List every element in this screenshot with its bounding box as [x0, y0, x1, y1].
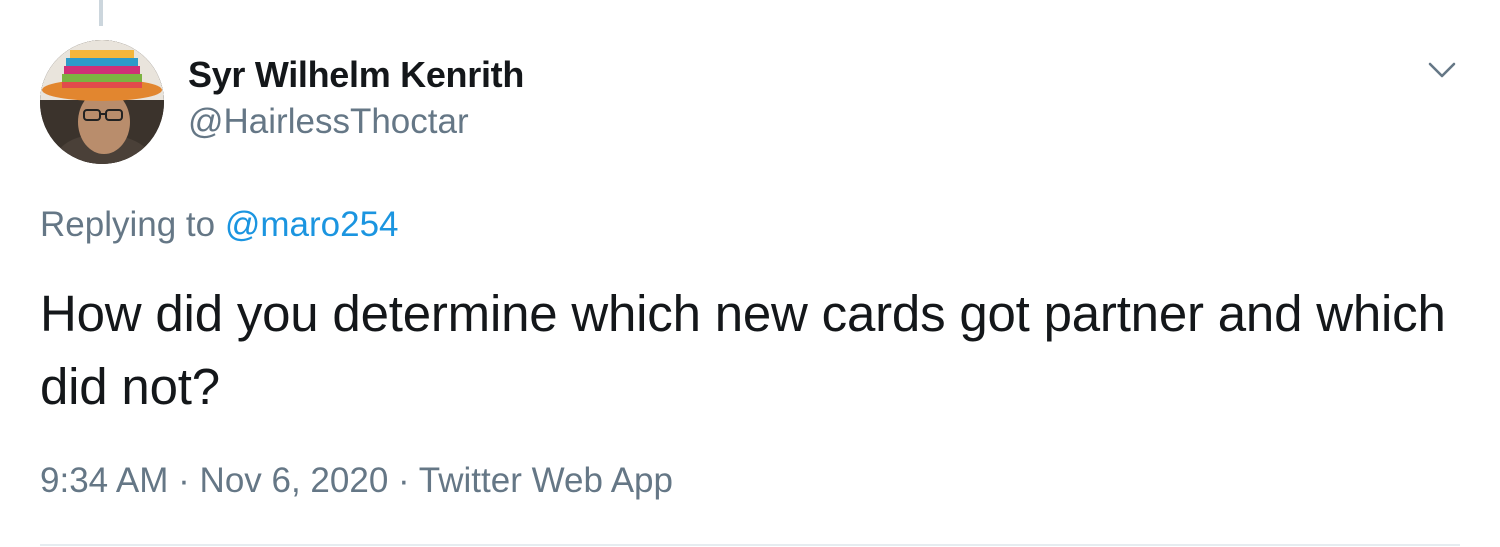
more-options-button[interactable] — [1422, 54, 1462, 86]
thread-connector-line — [99, 0, 103, 26]
tweet-date-link[interactable]: Nov 6, 2020 — [200, 461, 389, 500]
meta-separator: · — [178, 461, 190, 500]
avatar[interactable] — [40, 40, 164, 164]
divider — [40, 544, 1460, 546]
meta-separator: · — [398, 461, 410, 500]
replying-to: Replying to @maro254 — [40, 205, 399, 245]
chevron-down-icon — [1428, 62, 1456, 78]
tweet-meta: 9:34 AM · Nov 6, 2020 · Twitter Web App — [40, 461, 673, 501]
tweet-source-link[interactable]: Twitter Web App — [419, 461, 673, 500]
tweet-time-link[interactable]: 9:34 AM — [40, 461, 168, 500]
replying-to-prefix: Replying to — [40, 205, 216, 244]
tweet-text: How did you determine which new cards go… — [40, 285, 1446, 415]
author-display-name[interactable]: Syr Wilhelm Kenrith — [188, 54, 524, 96]
replying-to-mention-link[interactable]: @maro254 — [225, 205, 399, 244]
author-handle[interactable]: @HairlessThoctar — [188, 102, 469, 142]
avatar-image — [40, 40, 164, 164]
